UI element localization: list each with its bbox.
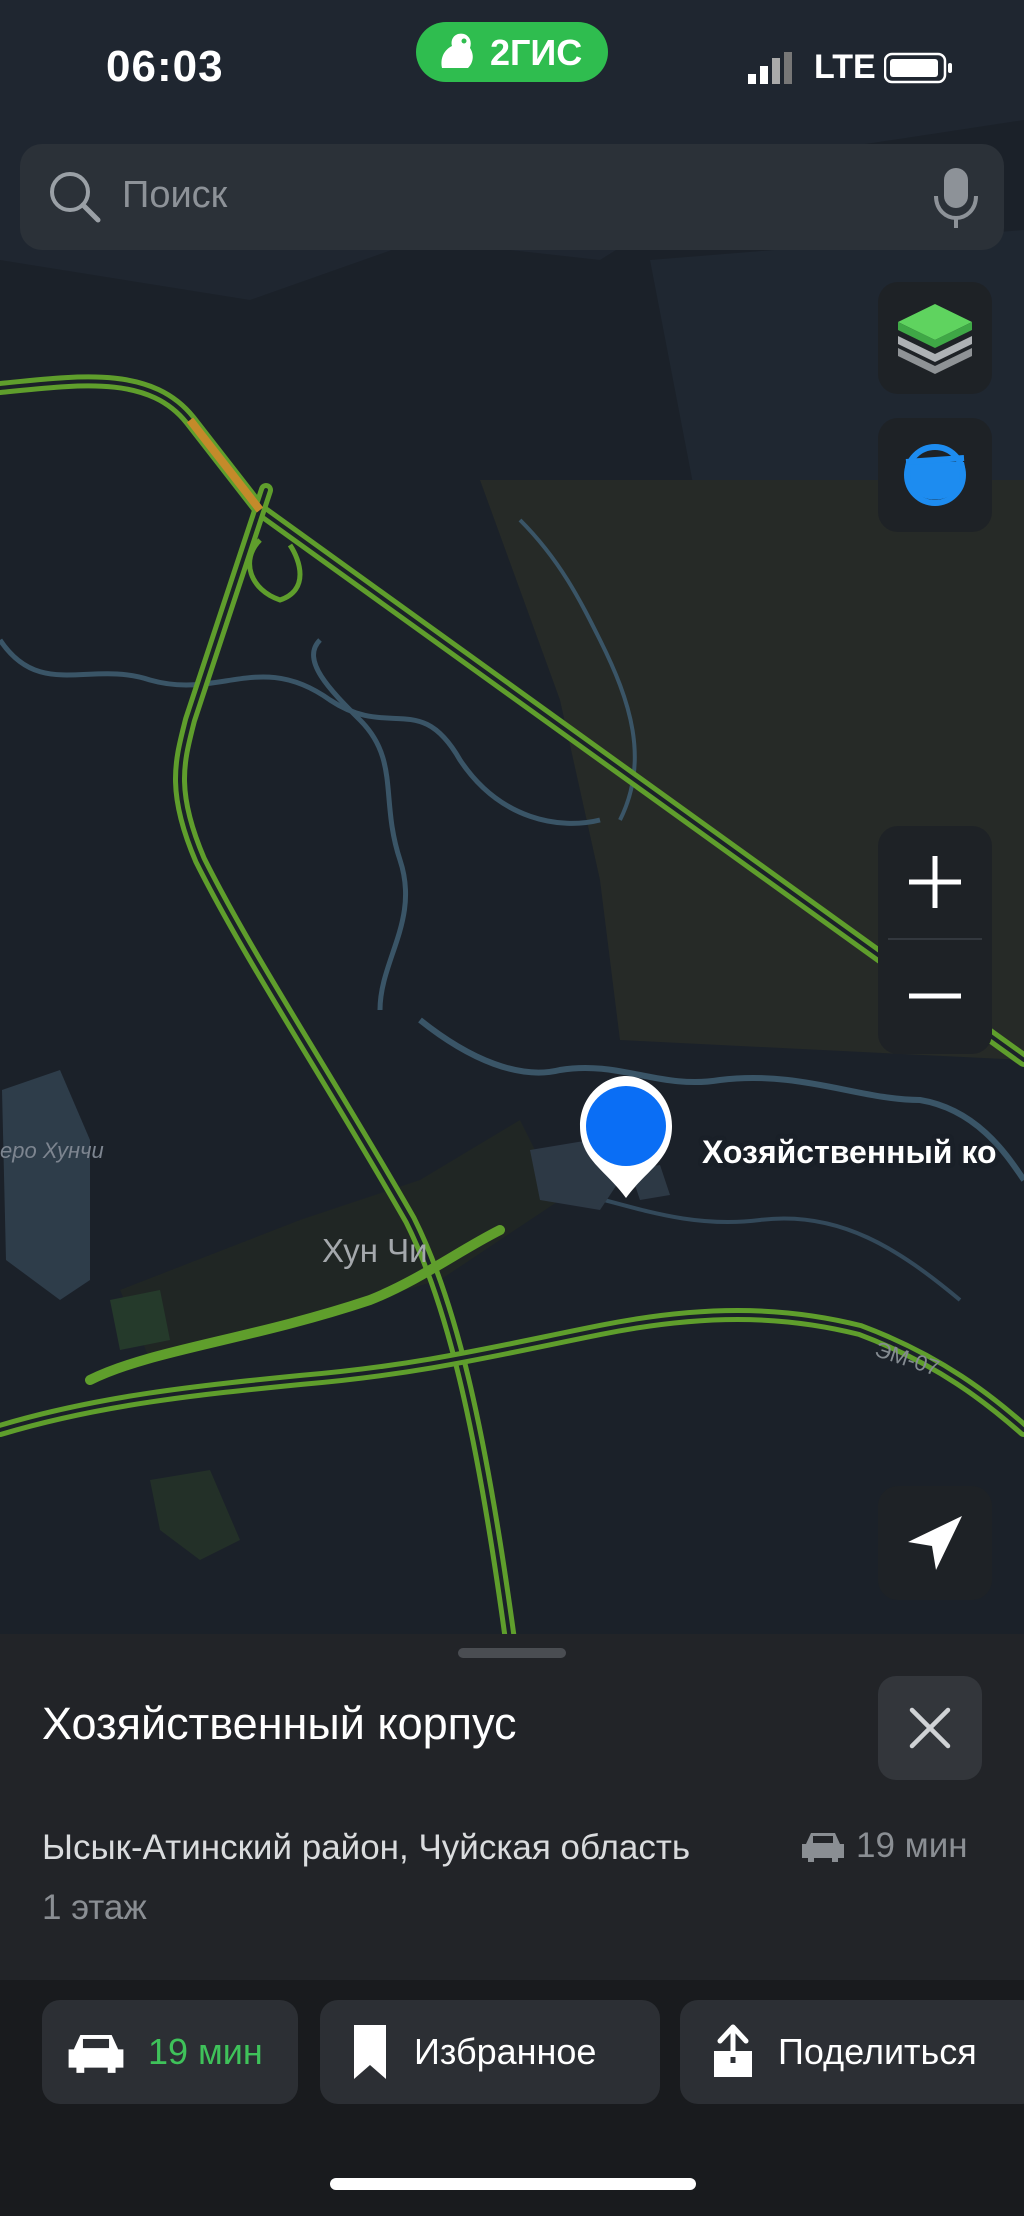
route-label: 19 мин — [148, 2031, 263, 2072]
close-icon — [909, 1707, 951, 1749]
my-location-button[interactable] — [878, 1486, 992, 1600]
poi-label[interactable]: Хозяйственный ко — [702, 1134, 997, 1171]
plus-icon — [909, 856, 961, 908]
layers-icon — [898, 304, 972, 374]
route-button[interactable]: 19 мин — [42, 2000, 298, 2104]
close-button[interactable] — [878, 1676, 982, 1780]
zoom-in-button[interactable] — [878, 826, 992, 938]
signal-icon — [748, 52, 792, 84]
place-floor: 1 этаж — [42, 1888, 147, 1927]
search-icon — [50, 172, 101, 223]
status-time: 06:03 — [106, 42, 224, 91]
zoom-controls — [878, 826, 992, 1054]
eta-text: 19 мин — [856, 1826, 968, 1865]
network-type: LTE — [814, 48, 876, 86]
car-icon — [802, 1833, 844, 1862]
minus-icon — [909, 993, 961, 999]
share-label: Поделиться — [778, 2031, 977, 2072]
lake-label: еро Хунчи — [0, 1138, 104, 1163]
place-address: Ысык-Атинский район, Чуйская область — [42, 1828, 691, 1867]
compass-button[interactable] — [878, 418, 992, 532]
search-input[interactable]: Поиск — [122, 174, 227, 217]
car-icon — [68, 2035, 124, 2073]
home-indicator[interactable] — [330, 2178, 696, 2190]
share-button[interactable]: Поделиться — [680, 2000, 1024, 2104]
bookmark-icon — [354, 2025, 386, 2079]
favorites-button[interactable]: Избранное — [320, 2000, 660, 2104]
layers-button[interactable] — [878, 282, 992, 394]
favorites-label: Избранное — [414, 2031, 597, 2072]
sheet-handle[interactable] — [458, 1648, 566, 1658]
status-bar: 06:03 2ГИС LTE — [0, 0, 1024, 130]
dgis-logo-icon — [441, 33, 473, 68]
brand-name: 2ГИС — [490, 32, 583, 73]
navigation-arrow-icon — [908, 1516, 962, 1570]
microphone-icon[interactable] — [928, 164, 984, 230]
green-area — [110, 1290, 170, 1350]
search-bar[interactable]: Поиск — [20, 144, 1004, 250]
place-title: Хозяйственный корпус — [42, 1698, 517, 1749]
zoom-out-button[interactable] — [878, 940, 992, 1052]
brand-badge: 2ГИС — [416, 22, 608, 82]
battery-icon — [884, 52, 952, 84]
share-icon — [714, 2024, 752, 2077]
town-label: Хун Чи — [322, 1232, 428, 1269]
eta-info: 19 мин — [800, 1826, 968, 1866]
compass-icon — [904, 444, 966, 506]
